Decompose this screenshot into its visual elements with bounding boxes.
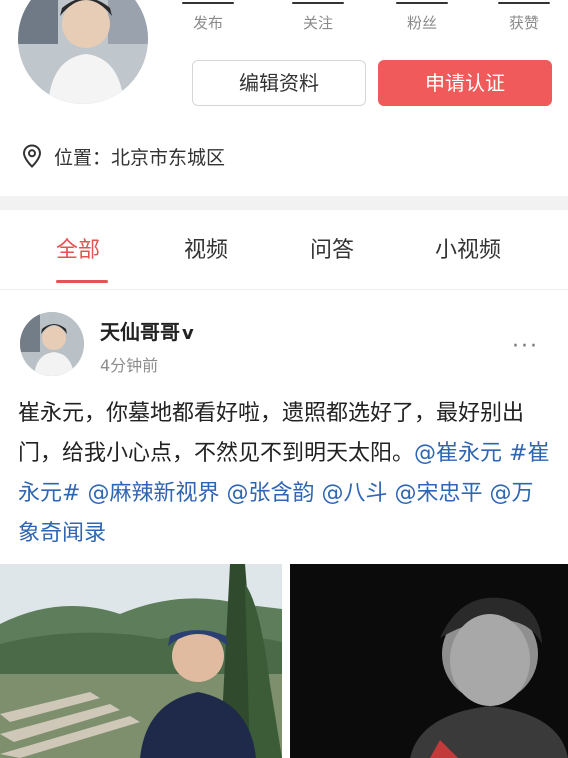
section-divider [0,196,568,210]
profile-stats: 发布 关注 粉丝 获赞 [168,0,568,40]
stat-label: 关注 [302,14,333,32]
image-stat-cropped [10,750,70,758]
profile-avatar[interactable] [18,0,148,104]
mention-link[interactable]: @宋忠平 [394,481,482,506]
more-options-icon[interactable]: ··· [512,334,539,359]
stat-value-cropped [278,0,358,10]
location-pin-icon [22,144,42,168]
active-tab-indicator [56,280,108,283]
author-name-text: 天仙哥哥 [100,320,180,344]
stat-label: 获赞 [508,14,539,32]
edit-profile-button[interactable]: 编辑资料 [192,60,366,106]
post-body: 崔永元，你墓地都看好啦，遗照都选好了，最好别出门，给我小心点，不然见不到明天太阳… [18,394,552,554]
post-author-avatar[interactable] [20,312,84,376]
verified-badge: v [182,323,194,344]
tab-qa[interactable]: 问答 [310,232,354,264]
profile-header: 发布 关注 粉丝 获赞 编辑资料 申请认证 位置：北京市东城区 [0,0,568,196]
mention-link[interactable]: @八斗 [321,481,387,506]
stat-value-cropped [484,0,564,10]
stat-value-cropped [168,0,248,10]
mention-link[interactable]: @张含韵 [226,481,314,506]
post-timestamp: 4分钟前 [100,356,159,375]
stat-posts[interactable]: 发布 [168,0,248,33]
stat-value-cropped [382,0,462,10]
mention-link[interactable]: @崔永元 [414,441,502,466]
stat-followers[interactable]: 粉丝 [382,0,462,33]
tab-video[interactable]: 视频 [184,232,228,264]
image-stat-cropped [298,750,358,758]
mention-link[interactable]: @麻辣新视界 [87,481,219,506]
stat-label: 粉丝 [406,14,437,32]
location-text: 位置：北京市东城区 [54,146,226,169]
post-image-portrait[interactable] [290,564,568,758]
content-tabs: 全部 视频 问答 小视频 [0,210,568,290]
apply-verification-button[interactable]: 申请认证 [378,60,552,106]
stat-following[interactable]: 关注 [278,0,358,33]
tab-short-video[interactable]: 小视频 [435,232,501,264]
tab-all[interactable]: 全部 [56,232,100,264]
location-row: 位置：北京市东城区 [22,142,225,170]
post-image-cemetery[interactable] [0,564,282,758]
stat-likes[interactable]: 获赞 [484,0,564,33]
post-author-name[interactable]: 天仙哥哥 v [100,316,194,345]
stat-label: 发布 [192,14,223,32]
